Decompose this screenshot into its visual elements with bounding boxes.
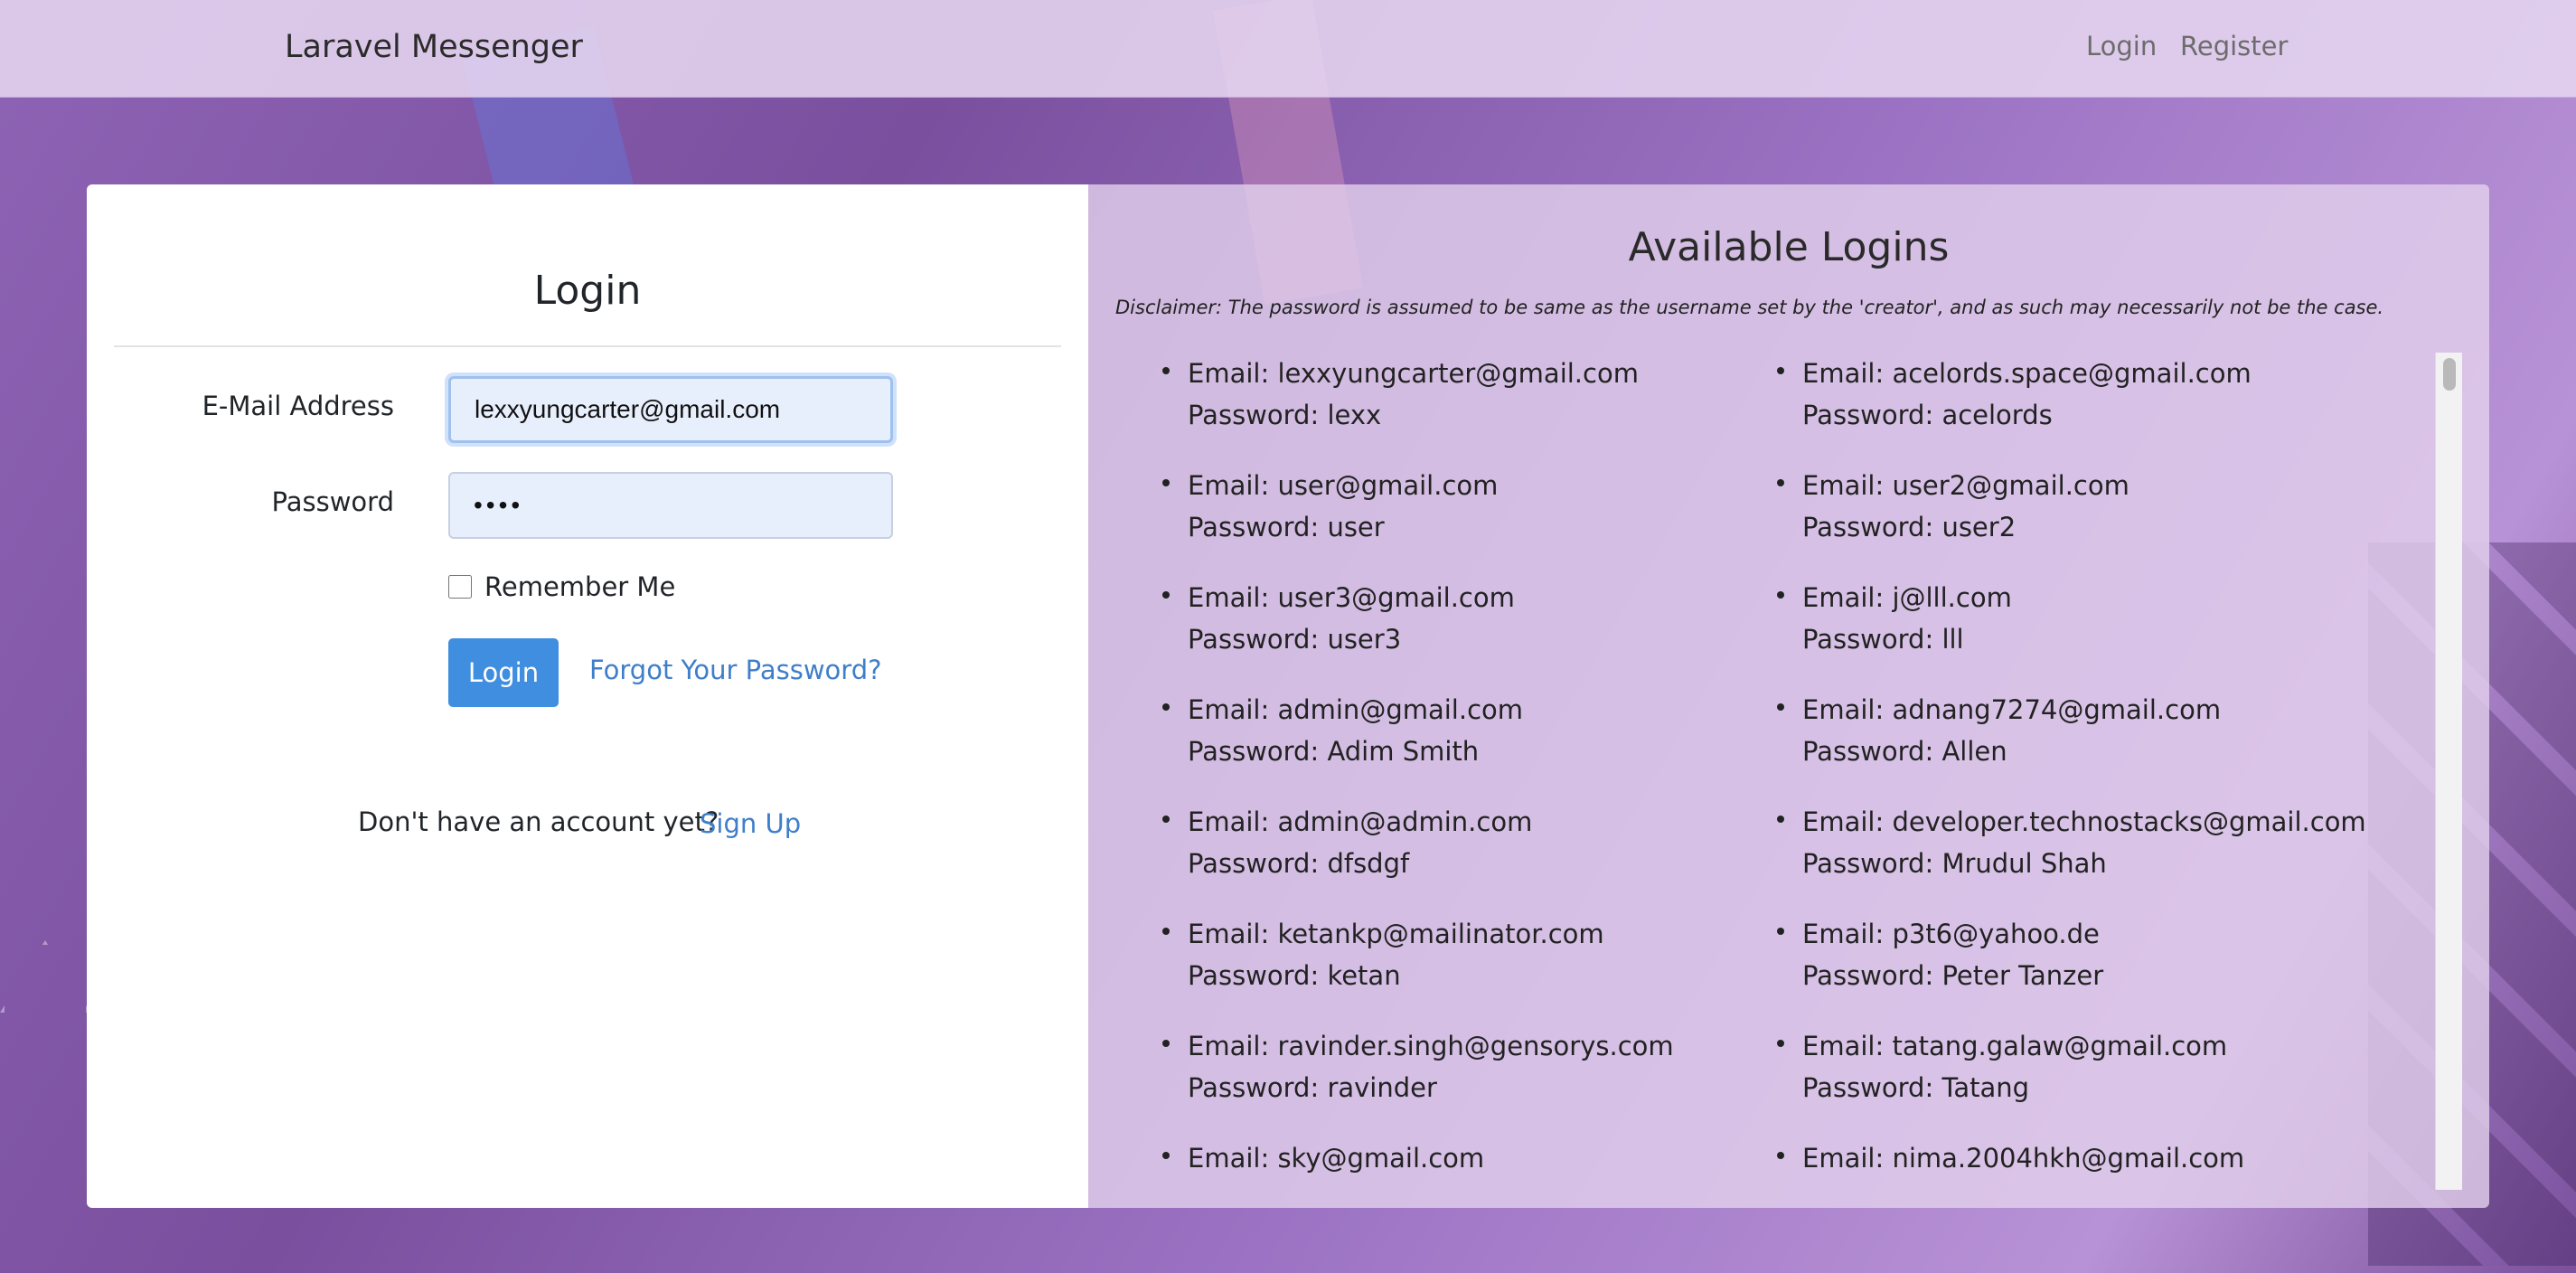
entry-email: Email: admin@admin.com <box>1188 806 1533 837</box>
entry-email: Email: sky@gmail.com <box>1188 1143 1485 1174</box>
login-panel: Login E-Mail Address Password Remember M… <box>87 184 1088 1208</box>
entry-email: Email: user@gmail.com <box>1188 470 1499 501</box>
login-entry: Email: nima.2004hkh@gmail.com <box>1777 1137 2363 1190</box>
entry-email: Email: ketankp@mailinator.com <box>1188 919 1604 949</box>
brand-link[interactable]: Laravel Messenger <box>285 29 583 65</box>
login-entry: Email: adnang7274@gmail.com Password: Al… <box>1777 689 2363 801</box>
password-label: Password <box>271 486 394 517</box>
logins-scrollbar[interactable] <box>2435 353 2462 1190</box>
entry-password: Password: user2 <box>1802 512 2017 542</box>
login-title: Login <box>533 268 642 314</box>
auth-card: Login E-Mail Address Password Remember M… <box>87 184 2489 1208</box>
no-account-text: Don't have an account yet? <box>358 806 719 837</box>
login-entry: Email: user2@gmail.com Password: user2 <box>1777 465 2363 577</box>
entry-password: Password: Peter Tanzer <box>1802 960 2104 991</box>
remember-me-checkbox[interactable] <box>448 575 472 599</box>
login-entry: Email: developer.technostacks@gmail.com … <box>1777 801 2366 913</box>
remember-me-label: Remember Me <box>484 571 676 602</box>
login-entry: Email: user3@gmail.com Password: user3 <box>1162 577 1748 689</box>
scrollbar-thumb[interactable] <box>2443 358 2456 391</box>
entry-password: Password: Adim Smith <box>1188 736 1480 767</box>
entry-password: Password: Mrudul Shah <box>1802 848 2107 879</box>
signup-link[interactable]: Sign Up <box>700 808 801 839</box>
entry-email: Email: j@lll.com <box>1802 582 2012 613</box>
login-submit-button[interactable]: Login <box>448 638 559 707</box>
login-entry: Email: admin@gmail.com Password: Adim Sm… <box>1162 689 1748 801</box>
entry-password: Password: ravinder <box>1188 1072 1437 1103</box>
logins-list-right: Email: acelords.space@gmail.com Password… <box>1703 353 2366 1190</box>
entry-password: Password: Tatang <box>1802 1072 2030 1103</box>
entry-email: Email: nima.2004hkh@gmail.com <box>1802 1143 2245 1174</box>
login-entry: Email: p3t6@yahoo.de Password: Peter Tan… <box>1777 913 2363 1025</box>
nav-register-link[interactable]: Register <box>2180 31 2288 61</box>
entry-email: Email: user3@gmail.com <box>1188 582 1515 613</box>
logins-list-left: Email: lexxyungcarter@gmail.com Password… <box>1088 353 1748 1190</box>
login-entry: Email: lexxyungcarter@gmail.com Password… <box>1162 353 1748 465</box>
entry-password: Password: lexx <box>1188 400 1382 430</box>
forgot-password-link[interactable]: Forgot Your Password? <box>589 655 882 685</box>
divider <box>114 345 1061 347</box>
entry-password: Password: user3 <box>1188 624 1402 655</box>
available-logins-title: Available Logins <box>1628 224 1950 270</box>
entry-email: Email: acelords.space@gmail.com <box>1802 358 2252 389</box>
entry-email: Email: user2@gmail.com <box>1802 470 2129 501</box>
login-entry: Email: ketankp@mailinator.com Password: … <box>1162 913 1748 1025</box>
entry-email: Email: p3t6@yahoo.de <box>1802 919 2100 949</box>
entry-email: Email: developer.technostacks@gmail.com <box>1802 806 2366 837</box>
email-field[interactable] <box>448 376 893 443</box>
entry-password: Password: dfsdgf <box>1188 848 1410 879</box>
entry-password: Password: lll <box>1802 624 1964 655</box>
entry-password: Password: Allen <box>1802 736 2007 767</box>
nav-login-link[interactable]: Login <box>2086 31 2157 61</box>
email-label: E-Mail Address <box>202 391 394 421</box>
disclaimer-text: Disclaimer: The password is assumed to b… <box>1115 297 2384 318</box>
entry-email: Email: tatang.galaw@gmail.com <box>1802 1031 2228 1061</box>
entry-email: Email: admin@gmail.com <box>1188 694 1524 725</box>
remember-me-row: Remember Me <box>448 571 675 602</box>
entry-password: Password: ketan <box>1188 960 1401 991</box>
top-navbar: Laravel Messenger Login Register <box>0 0 2576 98</box>
entry-email: Email: lexxyungcarter@gmail.com <box>1188 358 1639 389</box>
logins-scroll-area[interactable]: Email: lexxyungcarter@gmail.com Password… <box>1088 353 2462 1190</box>
entry-password: Password: acelords <box>1802 400 2053 430</box>
password-field[interactable] <box>448 472 893 539</box>
background-logo-icon <box>0 940 90 1013</box>
login-entry: Email: sky@gmail.com <box>1162 1137 1748 1190</box>
login-entry: Email: acelords.space@gmail.com Password… <box>1777 353 2363 465</box>
login-entry: Email: user@gmail.com Password: user <box>1162 465 1748 577</box>
entry-email: Email: adnang7274@gmail.com <box>1802 694 2222 725</box>
login-entry: Email: tatang.galaw@gmail.com Password: … <box>1777 1025 2363 1137</box>
entry-password: Password: user <box>1188 512 1385 542</box>
login-entry: Email: j@lll.com Password: lll <box>1777 577 2363 689</box>
login-entry: Email: ravinder.singh@gensorys.com Passw… <box>1162 1025 1748 1137</box>
entry-email: Email: ravinder.singh@gensorys.com <box>1188 1031 1674 1061</box>
login-entry: Email: admin@admin.com Password: dfsdgf <box>1162 801 1748 913</box>
available-logins-panel: Available Logins Disclaimer: The passwor… <box>1088 184 2489 1208</box>
